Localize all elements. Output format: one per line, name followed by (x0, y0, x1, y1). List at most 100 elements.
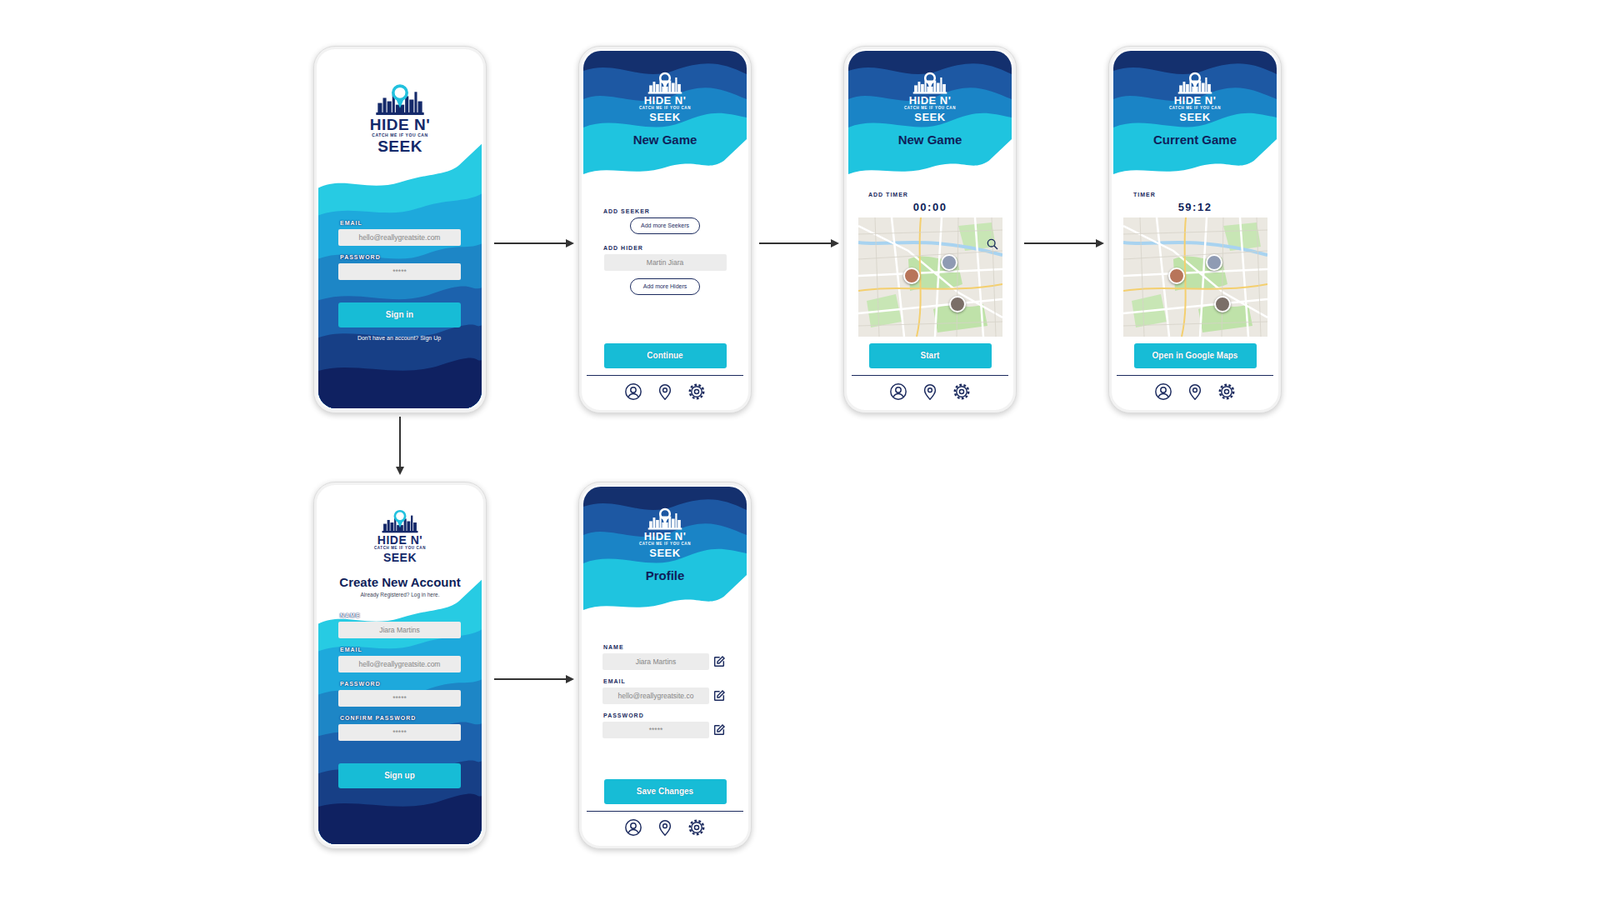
screen-title: New Game (898, 132, 963, 147)
add-more-button[interactable]: Add more Hiders (630, 278, 700, 295)
logo-title-top: HIDE N' (377, 534, 423, 546)
text-field[interactable]: ***** (338, 724, 461, 741)
screen-title: New Game (633, 132, 698, 147)
flow-diagram: HIDE N'CATCH ME IF YOU CANSEEKEMAILhello… (313, 0, 1600, 850)
timer[interactable]: 59:12 (1133, 200, 1257, 215)
field-label: PASSWORD (340, 680, 462, 688)
player-avatar[interactable] (903, 267, 920, 285)
bottom-nav (1116, 375, 1274, 409)
app-logo: HIDE N'CATCH ME IF YOU CANSEEK (904, 70, 956, 123)
wave-header: HIDE N'CATCH ME IF YOU CANSEEK Current Ga… (1113, 50, 1277, 186)
primary-button[interactable]: Sign up (338, 763, 461, 789)
field-label: ADD SEEKER (603, 207, 727, 215)
map[interactable] (858, 217, 1003, 337)
logo-tagline: CATCH ME IF YOU CAN (1169, 106, 1221, 111)
flow-arrow-icon (494, 232, 575, 243)
text-field[interactable]: hello@reallygreatsite.com (338, 229, 461, 246)
map-pin-icon[interactable] (1185, 382, 1205, 401)
field-label: EMAIL (340, 645, 462, 654)
gear-icon[interactable] (952, 382, 971, 401)
text-field[interactable]: Martin Jiara (604, 254, 727, 271)
map-pin-icon[interactable] (655, 382, 675, 401)
app-logo: HIDE N'CATCH ME IF YOU CANSEEK (639, 70, 691, 123)
logo-title-top: HIDE N' (1174, 95, 1217, 106)
screen-content: HIDE N'CATCH ME IF YOU CANSEEK Create New… (318, 486, 482, 845)
wave-header: HIDE N'CATCH ME IF YOU CANSEEK New Game (583, 50, 747, 186)
logo-tagline: CATCH ME IF YOU CAN (639, 106, 691, 111)
logo-title-top: HIDE N' (370, 116, 430, 133)
map-pin-icon[interactable] (655, 818, 675, 837)
text-field[interactable]: Jiara Martins (338, 621, 461, 639)
gear-icon[interactable] (687, 818, 706, 837)
screen-title: Create New Account (318, 575, 482, 590)
field-label: ADD TIMER (868, 190, 992, 199)
primary-button[interactable]: Open in Google Maps (1134, 343, 1257, 369)
text-field[interactable]: ***** (338, 690, 461, 707)
phone-mockup: HIDE N'CATCH ME IF YOU CANSEEKProfile NAM… (578, 481, 752, 850)
city-pin-logo-icon (646, 506, 684, 531)
flow-arrow-icon (395, 416, 405, 475)
phone-mockup: HIDE N'CATCH ME IF YOU CANSEEK Current Ga… (1108, 45, 1282, 414)
profile-icon[interactable] (1154, 382, 1173, 401)
player-avatar[interactable] (1214, 295, 1231, 313)
phone-mockup: HIDE N'CATCH ME IF YOU CANSEEK Create New… (313, 481, 487, 850)
text-field[interactable]: hello@reallygreatsite.co (602, 687, 710, 705)
app-screen: HIDE N'CATCH ME IF YOU CANSEEK New Game AD… (848, 50, 1012, 409)
primary-button[interactable]: Save Changes (604, 779, 727, 805)
field-label: PASSWORD (340, 253, 462, 261)
timer[interactable]: 00:00 (868, 200, 992, 215)
gear-icon[interactable] (687, 382, 706, 401)
edit-icon[interactable] (712, 655, 726, 669)
logo-tagline: CATCH ME IF YOU CAN (371, 133, 429, 138)
search-icon[interactable] (985, 237, 1000, 251)
map-pin-icon[interactable] (920, 382, 940, 401)
flow-arrow-icon (759, 232, 840, 243)
profile-icon[interactable] (624, 382, 643, 401)
city-pin-logo-icon (911, 70, 949, 95)
logo-title-bottom: SEEK (914, 111, 945, 123)
app-logo: HIDE N'CATCH ME IF YOU CANSEEK (318, 508, 482, 564)
bottom-nav (851, 375, 1009, 409)
player-avatar[interactable] (949, 295, 966, 313)
field-label: EMAIL (340, 219, 462, 227)
primary-button[interactable]: Sign in (338, 302, 461, 328)
player-avatar[interactable] (940, 254, 958, 271)
map[interactable] (1123, 217, 1268, 337)
primary-button[interactable]: Start (869, 343, 992, 369)
edit-icon[interactable] (712, 723, 726, 737)
city-pin-logo-icon (374, 82, 426, 117)
logo-title-bottom: SEEK (377, 138, 423, 155)
phone-mockup: HIDE N'CATCH ME IF YOU CANSEEK New Game AD… (578, 45, 752, 414)
edit-icon[interactable] (712, 689, 726, 703)
text-field[interactable]: ***** (602, 721, 710, 739)
auth-screen: HIDE N'CATCH ME IF YOU CANSEEK Create New… (318, 486, 482, 845)
text-field[interactable]: Jiara Martins (602, 653, 710, 670)
field-label: NAME (340, 611, 462, 620)
sign-up-link[interactable]: Don't have an account? Sign Up (336, 334, 462, 342)
header-content: HIDE N'CATCH ME IF YOU CANSEEKProfile (583, 486, 747, 583)
bottom-nav (586, 375, 744, 409)
profile-icon[interactable] (624, 818, 643, 837)
primary-button[interactable]: Continue (604, 343, 727, 369)
header-content: HIDE N'CATCH ME IF YOU CANSEEK Current Ga… (1113, 50, 1277, 147)
screen-title: Current Game (1153, 132, 1237, 147)
field-label: NAME (603, 643, 727, 651)
gear-icon[interactable] (1217, 382, 1236, 401)
flow-arrow-icon (1024, 232, 1105, 243)
login-link[interactable]: Already Registered? Log in here. (318, 591, 482, 599)
phone-mockup: HIDE N'CATCH ME IF YOU CANSEEK New Game AD… (843, 45, 1017, 414)
phone-mockup: HIDE N'CATCH ME IF YOU CANSEEK EMAIL hello… (313, 45, 487, 414)
player-avatar[interactable] (1205, 254, 1223, 271)
city-pin-logo-icon (1176, 70, 1214, 95)
profile-icon[interactable] (889, 382, 908, 401)
editable-field: ***** (602, 721, 728, 739)
field-label: EMAIL (603, 677, 727, 685)
logo-tagline: CATCH ME IF YOU CAN (904, 106, 956, 111)
logo-title-top: HIDE N' (909, 95, 952, 106)
player-avatar[interactable] (1168, 267, 1185, 285)
add-more-button[interactable]: Add more Seekers (630, 217, 700, 235)
text-field[interactable]: ***** (338, 263, 461, 280)
text-field[interactable]: hello@reallygreatsite.com (338, 655, 461, 673)
logo-tagline: CATCH ME IF YOU CAN (639, 542, 691, 547)
app-logo: HIDE N'CATCH ME IF YOU CANSEEK (1169, 70, 1221, 123)
